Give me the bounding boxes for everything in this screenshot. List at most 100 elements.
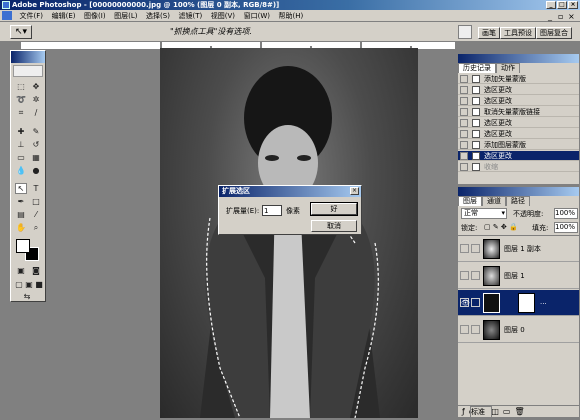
quick-mask-mode-icon[interactable]: ◙ bbox=[30, 265, 42, 276]
tab-paths[interactable]: 路径 bbox=[506, 196, 530, 206]
opacity-input[interactable]: 100% bbox=[554, 208, 578, 219]
menu-image[interactable]: 图像(I) bbox=[81, 10, 109, 22]
tab-history[interactable]: 历史记录 bbox=[458, 63, 496, 73]
menu-view[interactable]: 视图(V) bbox=[208, 10, 238, 22]
menu-help[interactable]: 帮助(H) bbox=[276, 10, 307, 22]
opacity-label: 不透明度: bbox=[513, 210, 544, 218]
crop-tool-icon[interactable]: ⌗ bbox=[15, 107, 27, 118]
visibility-toggle[interactable] bbox=[460, 244, 469, 253]
layer-row-selected[interactable]: 👁... bbox=[458, 290, 579, 316]
menu-edit[interactable]: 编辑(E) bbox=[49, 10, 79, 22]
history-state-icon bbox=[472, 152, 480, 160]
menu-select[interactable]: 选择(S) bbox=[143, 10, 173, 22]
path-selection-tool-icon[interactable]: ↖ bbox=[15, 183, 27, 194]
cancel-button[interactable]: 取消 bbox=[311, 220, 357, 232]
layers-panel-titlebar bbox=[458, 187, 579, 196]
tab-actions[interactable]: 动作 bbox=[496, 63, 520, 73]
history-item[interactable]: 选区更改 bbox=[458, 118, 579, 128]
eye-icon[interactable]: 👁 bbox=[460, 298, 470, 307]
link-toggle[interactable] bbox=[471, 325, 480, 334]
history-brush-tool-icon[interactable]: ↺ bbox=[30, 139, 42, 150]
dialog-title: 扩展选区 bbox=[219, 186, 361, 197]
history-panel: 历史记录 动作 添加矢量蒙版 选区更改 选区更改 取消矢量蒙版链接 选区更改 选区… bbox=[457, 53, 580, 184]
history-state-icon bbox=[472, 97, 480, 105]
slice-tool-icon[interactable]: ∕ bbox=[30, 107, 42, 118]
layer-thumbnail bbox=[483, 239, 500, 259]
type-tool-icon[interactable]: T bbox=[30, 183, 42, 194]
eye-icon[interactable] bbox=[460, 325, 469, 334]
tab-channels[interactable]: 通道 bbox=[482, 196, 506, 206]
dodge-tool-icon[interactable]: ● bbox=[30, 165, 42, 176]
expand-by-label: 扩展量(E): bbox=[226, 207, 260, 215]
layer-mask-thumbnail[interactable] bbox=[518, 293, 535, 313]
maximize-button[interactable]: □ bbox=[557, 1, 567, 9]
menu-layer[interactable]: 图层(L) bbox=[111, 10, 140, 22]
history-item[interactable]: 选区更改 bbox=[458, 96, 579, 106]
menu-file[interactable]: 文件(F) bbox=[17, 10, 47, 22]
status-standard-button[interactable]: 标准 bbox=[470, 406, 492, 418]
tab-layers[interactable]: 图层 bbox=[458, 196, 482, 206]
zoom-tool-icon[interactable]: ⌕ bbox=[30, 222, 42, 233]
notes-tool-icon[interactable]: ▤ bbox=[15, 209, 27, 220]
layers-panel: 图层 通道 路径 正常 ▾ 不透明度: 100% 锁定: ▢ ✎ ✥ 🔒 填充: 10… bbox=[457, 186, 580, 418]
hand-tool-icon[interactable]: ✋ bbox=[15, 222, 27, 233]
close-button[interactable]: × bbox=[568, 1, 578, 9]
history-state-icon bbox=[472, 119, 480, 127]
adobe-online-icon[interactable] bbox=[13, 65, 43, 77]
healing-brush-tool-icon[interactable]: ✚ bbox=[15, 126, 27, 137]
brush-tool-icon[interactable]: ✎ bbox=[30, 126, 42, 137]
fill-input[interactable]: 100% bbox=[554, 222, 578, 233]
magic-wand-tool-icon[interactable]: ✲ bbox=[30, 94, 42, 105]
lasso-tool-icon[interactable]: ➰ bbox=[15, 94, 27, 105]
clone-stamp-tool-icon[interactable]: ⊥ bbox=[15, 139, 27, 150]
jump-to-imageready-icon[interactable]: ⇆ bbox=[21, 291, 33, 302]
tab-tool-presets[interactable]: 工具预设 bbox=[500, 27, 536, 39]
history-item[interactable]: 选区更改 bbox=[458, 129, 579, 139]
blend-mode-select[interactable]: 正常 ▾ bbox=[461, 208, 507, 219]
history-state-icon bbox=[472, 141, 480, 149]
menu-window[interactable]: 窗口(W) bbox=[241, 10, 273, 22]
lock-options-icon[interactable]: ▢ ✎ ✥ 🔒 bbox=[484, 223, 518, 231]
pen-tool-icon[interactable]: ✒ bbox=[15, 196, 27, 207]
gradient-tool-icon[interactable]: ▦ bbox=[30, 152, 42, 163]
history-list: 添加矢量蒙版 选区更改 选区更改 取消矢量蒙版链接 选区更改 选区更改 添加图层… bbox=[458, 74, 579, 184]
blur-tool-icon[interactable]: 💧 bbox=[15, 165, 27, 176]
lock-label: 锁定: bbox=[461, 224, 478, 232]
history-state-icon bbox=[472, 108, 480, 116]
history-item[interactable]: 添加矢量蒙版 bbox=[458, 74, 579, 84]
layer-row[interactable]: 图层 1 副本 bbox=[458, 236, 579, 262]
move-tool-icon[interactable]: ✥ bbox=[30, 81, 42, 92]
history-item-selected[interactable]: 选区更改 bbox=[458, 151, 579, 161]
tab-layer-comps[interactable]: 图层复合 bbox=[536, 27, 572, 39]
brush-icon[interactable] bbox=[471, 298, 480, 307]
standard-mode-icon[interactable]: ▣ bbox=[15, 265, 27, 276]
tool-preset-picker[interactable]: ↖▾ bbox=[10, 25, 32, 39]
history-item[interactable]: 选区更改 bbox=[458, 85, 579, 95]
history-item[interactable]: 收缩 bbox=[458, 162, 579, 172]
history-state-icon bbox=[472, 130, 480, 138]
shape-tool-icon[interactable]: □ bbox=[30, 196, 42, 207]
eyedropper-tool-icon[interactable]: ⁄ bbox=[30, 209, 42, 220]
minimize-button[interactable]: _ bbox=[546, 1, 556, 9]
menu-filter[interactable]: 滤镜(T) bbox=[175, 10, 205, 22]
layer-row[interactable]: 图层 0 bbox=[458, 317, 579, 343]
visibility-toggle[interactable] bbox=[460, 271, 469, 280]
history-state-icon bbox=[472, 163, 480, 171]
link-toggle[interactable] bbox=[471, 244, 480, 253]
dialog-close-button[interactable]: × bbox=[350, 187, 359, 195]
toolbox-title bbox=[11, 51, 45, 63]
link-toggle[interactable] bbox=[471, 271, 480, 280]
ok-button[interactable]: 好 bbox=[310, 202, 358, 216]
expand-by-input[interactable] bbox=[262, 205, 282, 216]
history-item[interactable]: 取消矢量蒙版链接 bbox=[458, 107, 579, 117]
file-browser-icon[interactable] bbox=[458, 25, 472, 39]
history-item[interactable]: 添加图层蒙版 bbox=[458, 140, 579, 150]
foreground-color-swatch[interactable] bbox=[16, 239, 30, 253]
tab-brushes[interactable]: 画笔 bbox=[478, 27, 500, 39]
layer-row[interactable]: 图层 1 bbox=[458, 263, 579, 289]
history-panel-titlebar bbox=[458, 54, 579, 63]
screen-mode-full-icon[interactable]: ■ bbox=[33, 279, 45, 290]
app-menu-icon[interactable] bbox=[2, 11, 12, 20]
marquee-tool-icon[interactable]: ⬚ bbox=[15, 81, 27, 92]
eraser-tool-icon[interactable]: ▭ bbox=[15, 152, 27, 163]
